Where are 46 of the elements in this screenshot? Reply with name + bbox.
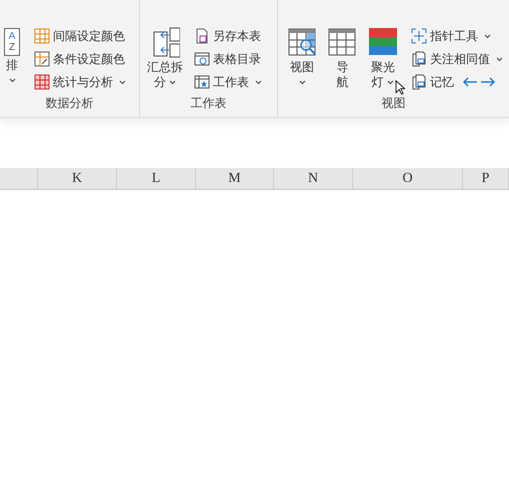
document-icon (410, 51, 427, 67)
group-label: 视图 (380, 95, 406, 112)
ribbon-button[interactable]: 视图 (284, 26, 320, 94)
grid-icon (34, 51, 50, 67)
cursor-icon (395, 80, 405, 95)
document-icon (194, 28, 210, 44)
ribbon-button[interactable]: 工作表 (194, 72, 262, 92)
history-arrows-icon[interactable] (462, 76, 496, 88)
ribbon-button[interactable]: 间隔设定颜色 (34, 26, 125, 46)
magnifier-grid-icon (287, 26, 318, 58)
ribbon-button[interactable]: A Z 排 (0, 26, 24, 94)
ribbon-button[interactable]: 汇总拆 分 (146, 26, 184, 94)
chevron-down-icon (169, 80, 176, 86)
chevron-down-icon (484, 34, 491, 40)
column-header[interactable]: N (274, 168, 353, 189)
chevron-down-icon (255, 80, 262, 86)
grid-icon (327, 26, 358, 58)
column-header[interactable]: O (353, 168, 463, 189)
chevron-down-icon (298, 80, 306, 86)
ribbon-button[interactable]: 聚光 灯 (364, 26, 401, 94)
table-icon (194, 51, 210, 67)
color-bars-icon (368, 26, 398, 58)
chevron-down-icon (119, 80, 126, 86)
group-label: 数据分析 (44, 95, 94, 112)
ribbon-button[interactable]: 关注相同值 (410, 49, 503, 69)
group-label: 工作表 (190, 95, 228, 112)
chevron-down-icon (496, 57, 503, 62)
column-header[interactable]: L (117, 168, 196, 189)
chevron-down-icon (386, 80, 394, 86)
ribbon-button[interactable]: 记忆 (410, 72, 454, 92)
ribbon-button[interactable]: 条件设定颜色 (34, 49, 125, 69)
column-header[interactable]: K (38, 168, 117, 189)
column-header[interactable]: M (196, 168, 274, 189)
column-header[interactable]: P (463, 168, 509, 189)
ribbon-button[interactable]: 导 航 (324, 26, 361, 94)
sheet-icon (194, 74, 210, 90)
grid-icon (34, 28, 50, 44)
sort-icon: A Z (4, 28, 20, 56)
document-icon (410, 74, 427, 90)
ribbon-button[interactable]: 统计与分析 (34, 72, 126, 92)
grid-icon (34, 74, 50, 90)
ribbon-button[interactable]: 表格目录 (194, 49, 261, 69)
crosshair-icon (410, 28, 427, 44)
ribbon-button[interactable]: 指针工具 (410, 26, 491, 46)
chevron-down-icon (8, 78, 16, 84)
ribbon-button[interactable]: 另存本表 (194, 26, 261, 46)
